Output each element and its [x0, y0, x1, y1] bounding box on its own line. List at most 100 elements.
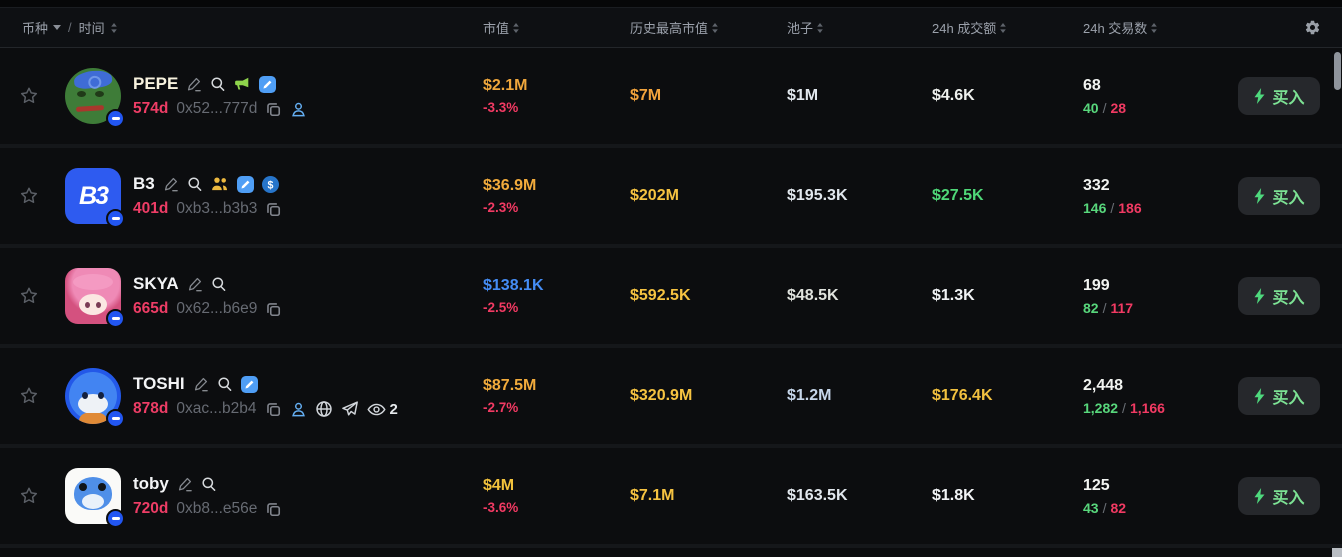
buy-button[interactable]: 买入	[1238, 177, 1320, 215]
telegram-icon[interactable]	[259, 76, 276, 93]
token-address: 0xac...b2b4	[176, 400, 256, 418]
edit-icon[interactable]	[187, 276, 203, 292]
txns-separator: /	[1103, 100, 1107, 116]
txns-sells: 28	[1110, 100, 1126, 116]
copy-icon[interactable]	[265, 201, 282, 218]
sort-icon[interactable]	[711, 22, 719, 34]
volume-24h-value: $27.5K	[932, 187, 984, 204]
search-icon[interactable]	[187, 176, 203, 192]
price-change-24h: -2.7%	[483, 400, 622, 415]
token-row[interactable]: SKYA665d0x62...b6e9$138.1K-2.5%$592.5K$4…	[0, 248, 1342, 348]
header-mcap[interactable]: 市值	[475, 18, 622, 37]
header-pool[interactable]: 池子	[779, 18, 924, 37]
avatar-cell	[58, 468, 130, 524]
token-row[interactable]: TOSHI878d0xac...b2b42$87.5M-2.7%$320.9M$…	[0, 348, 1342, 448]
buy-button[interactable]: 买入	[1238, 77, 1320, 115]
token-row[interactable]: toby720d0xb8...e56e$4M-3.6%$7.1M$163.5K$…	[0, 448, 1342, 548]
favorite-cell	[0, 85, 58, 107]
token-row[interactable]: B3B3$401d0xb3...b3b3$36.9M-2.3%$202M$195…	[0, 148, 1342, 248]
token-info-cell: PEPE574d0x52...777d	[130, 74, 475, 118]
sort-icon[interactable]	[110, 22, 118, 34]
favorite-star-icon[interactable]	[18, 185, 40, 207]
token-row[interactable]: PEPE574d0x52...777d$2.1M-3.3%$7M$1M$4.6K…	[0, 48, 1342, 148]
txns-buy-sell-line: 43/82	[1083, 500, 1222, 516]
header-token-label: 币种	[22, 18, 48, 37]
gear-icon[interactable]	[1304, 19, 1321, 36]
token-avatar	[65, 368, 121, 424]
pool-cell: $163.5K	[779, 487, 924, 505]
search-icon[interactable]	[217, 376, 233, 392]
token-name: TOSHI	[133, 374, 185, 394]
globe-icon[interactable]	[315, 400, 333, 418]
txns-24h-cell: 2,4481,282/1,166	[1075, 377, 1222, 416]
plane-icon[interactable]	[341, 400, 359, 418]
ath-market-cap-value: $202M	[630, 187, 679, 204]
favorite-star-icon[interactable]	[18, 385, 40, 407]
txns-buys: 40	[1083, 100, 1099, 116]
people-icon[interactable]	[211, 176, 229, 192]
sort-icon[interactable]	[999, 22, 1007, 34]
pool-value: $1M	[787, 87, 818, 104]
ath-market-cap-value: $592.5K	[630, 287, 691, 304]
txns-separator: /	[1122, 400, 1126, 416]
copy-icon[interactable]	[265, 501, 282, 518]
header-txns-label: 24h 交易数	[1083, 18, 1147, 37]
volume-24h-cell: $4.6K	[924, 87, 1075, 105]
token-age: 665d	[133, 300, 168, 318]
copy-icon[interactable]	[265, 101, 282, 118]
vertical-scrollbar-thumb[interactable]	[1334, 52, 1341, 90]
sort-icon[interactable]	[1150, 22, 1158, 34]
sort-icon[interactable]	[512, 22, 520, 34]
favorite-cell	[0, 385, 58, 407]
market-cap-value: $36.9M	[483, 177, 622, 195]
txns-total: 2,448	[1083, 377, 1222, 395]
header-token-time[interactable]: 币种 / 时间	[0, 18, 475, 37]
token-meta-line: 665d0x62...b6e9	[133, 300, 475, 318]
edit-icon[interactable]	[163, 176, 179, 192]
favorite-star-icon[interactable]	[18, 85, 40, 107]
txns-buys: 82	[1083, 300, 1099, 316]
pool-cell: $1M	[779, 87, 924, 105]
buy-cell: 买入	[1222, 377, 1342, 415]
market-cap-value: $138.1K	[483, 277, 622, 295]
sort-icon[interactable]	[816, 22, 824, 34]
copy-icon[interactable]	[265, 301, 282, 318]
favorite-star-icon[interactable]	[18, 485, 40, 507]
base-chain-badge-icon	[106, 109, 125, 128]
eye-icon[interactable]	[367, 402, 386, 417]
buy-button-label: 买入	[1272, 184, 1304, 208]
edit-icon[interactable]	[193, 376, 209, 392]
token-address: 0xb8...e56e	[176, 500, 257, 518]
telegram-icon[interactable]	[241, 376, 258, 393]
favorite-star-icon[interactable]	[18, 285, 40, 307]
pool-value: $163.5K	[787, 487, 848, 504]
buy-cell: 买入	[1222, 477, 1342, 515]
telegram-icon[interactable]	[237, 176, 254, 193]
table-settings	[1222, 19, 1342, 36]
pool-cell: $195.3K	[779, 187, 924, 205]
copy-icon[interactable]	[265, 401, 282, 418]
caret-down-icon[interactable]	[53, 25, 61, 30]
pool-value: $48.5K	[787, 287, 839, 304]
search-icon[interactable]	[211, 276, 227, 292]
ath-market-cap-cell: $202M	[622, 187, 779, 205]
search-icon[interactable]	[201, 476, 217, 492]
header-volume-24h[interactable]: 24h 成交额	[924, 18, 1075, 37]
buy-button[interactable]: 买入	[1238, 477, 1320, 515]
usdc-icon[interactable]: $	[262, 176, 279, 193]
txns-separator: /	[1103, 500, 1107, 516]
ath-market-cap-cell: $320.9M	[622, 387, 779, 405]
edit-icon[interactable]	[177, 476, 193, 492]
megaphone-icon[interactable]	[234, 76, 251, 92]
header-ath-mcap[interactable]: 历史最高市值	[622, 18, 779, 37]
search-icon[interactable]	[210, 76, 226, 92]
person-icon[interactable]	[290, 101, 307, 118]
header-pool-label: 池子	[787, 18, 813, 37]
buy-button[interactable]: 买入	[1238, 277, 1320, 315]
person-icon[interactable]	[290, 401, 307, 418]
edit-icon[interactable]	[186, 76, 202, 92]
buy-button[interactable]: 买入	[1238, 377, 1320, 415]
txns-sells: 1,166	[1130, 400, 1165, 416]
header-txns-24h[interactable]: 24h 交易数	[1075, 18, 1222, 37]
token-name-line: B3$	[133, 174, 475, 194]
